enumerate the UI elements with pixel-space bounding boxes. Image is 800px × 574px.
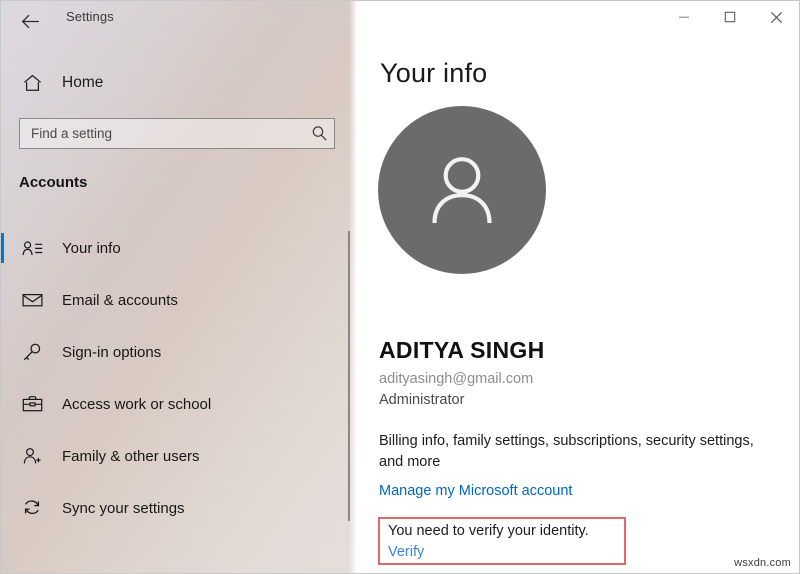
home-icon — [19, 74, 45, 92]
sidebar-item-sync-your-settings-label: Sync your settings — [62, 499, 185, 517]
sidebar-item-home[interactable]: Home — [1, 67, 341, 99]
sidebar-nav-list: Your info Email & accounts Sign-in optio… — [1, 229, 349, 541]
watermark: wsxdn.com — [734, 557, 791, 569]
minimize-icon[interactable] — [661, 1, 707, 33]
selection-indicator — [1, 233, 4, 263]
envelope-icon — [18, 292, 46, 308]
verify-link[interactable]: Verify — [388, 544, 424, 560]
briefcase-icon — [18, 395, 46, 413]
user-role: Administrator — [379, 392, 465, 408]
page-title: Your info — [380, 58, 488, 88]
user-name: ADITYA SINGH — [379, 337, 545, 363]
sidebar-item-your-info[interactable]: Your info — [1, 229, 349, 267]
sidebar-item-email-accounts-label: Email & accounts — [62, 291, 178, 309]
search-icon[interactable] — [304, 125, 334, 142]
verify-identity-callout: You need to verify your identity. Verify — [378, 517, 626, 565]
close-icon[interactable] — [753, 1, 799, 33]
person-card-icon — [18, 240, 46, 257]
sidebar-item-family-other-users-label: Family & other users — [62, 447, 200, 465]
sidebar-item-email-accounts[interactable]: Email & accounts — [1, 281, 349, 319]
person-add-icon — [18, 447, 46, 465]
search-box[interactable] — [19, 118, 335, 149]
avatar[interactable] — [378, 106, 546, 274]
sidebar-item-family-other-users[interactable]: Family & other users — [1, 437, 349, 475]
verify-identity-message: You need to verify your identity. — [388, 523, 589, 539]
key-icon — [18, 343, 46, 362]
section-header-accounts: Accounts — [19, 174, 88, 191]
user-avatar-icon — [419, 145, 505, 236]
search-input[interactable] — [20, 119, 304, 148]
billing-description: Billing info, family settings, subscript… — [379, 433, 754, 470]
manage-microsoft-account-link[interactable]: Manage my Microsoft account — [379, 483, 572, 499]
sidebar-item-access-work-school-label: Access work or school — [62, 395, 212, 413]
window-controls — [661, 1, 799, 33]
sidebar-item-sync-your-settings[interactable]: Sync your settings — [1, 489, 349, 527]
sidebar-item-sign-in-options-label: Sign-in options — [62, 343, 162, 361]
window-title: Settings — [66, 9, 114, 24]
sidebar: Settings Home Accounts — [1, 1, 356, 573]
sidebar-item-your-info-label: Your info — [62, 239, 121, 257]
settings-window: Settings Home Accounts — [0, 0, 800, 574]
title-bar-left: Settings — [1, 1, 356, 41]
maximize-icon[interactable] — [707, 1, 753, 33]
user-email: adityasingh@gmail.com — [379, 371, 534, 387]
main-content: Your info ADITYA SINGH adityasingh@gmail… — [356, 1, 799, 573]
sidebar-scrollbar[interactable] — [348, 231, 350, 521]
sidebar-item-home-label: Home — [62, 74, 104, 91]
back-arrow-icon[interactable] — [15, 7, 45, 35]
sidebar-item-sign-in-options[interactable]: Sign-in options — [1, 333, 349, 371]
sidebar-item-access-work-school[interactable]: Access work or school — [1, 385, 349, 423]
sync-icon — [18, 499, 46, 518]
